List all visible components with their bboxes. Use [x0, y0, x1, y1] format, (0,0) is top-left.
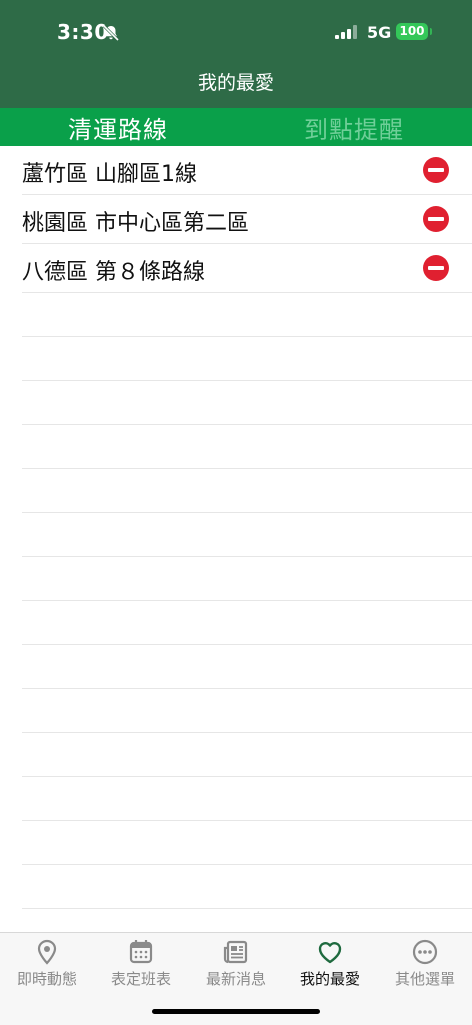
newspaper-icon — [223, 940, 248, 964]
empty-row — [22, 689, 472, 733]
empty-row — [22, 557, 472, 601]
empty-row — [22, 733, 472, 777]
app-header: 3:30 5G 100 我的最愛 — [0, 0, 472, 108]
nav-favorites[interactable]: 我的最愛 — [283, 933, 377, 993]
nav-more[interactable]: 其他選單 — [378, 933, 472, 993]
signal-strength-icon — [335, 25, 357, 39]
empty-row — [22, 425, 472, 469]
network-type: 5G — [367, 23, 392, 42]
list-item[interactable]: 蘆竹區 山腳區1線 — [22, 146, 472, 195]
nav-label: 其他選單 — [394, 970, 455, 988]
route-label: 桃園區 市中心區第二區 — [22, 211, 249, 236]
status-bar: 3:30 5G 100 — [0, 0, 472, 62]
nav-label: 最新消息 — [205, 970, 266, 988]
route-label: 蘆竹區 山腳區1線 — [22, 162, 197, 187]
empty-row — [22, 645, 472, 689]
battery-icon: 100 — [396, 23, 428, 40]
nav-label: 表定班表 — [110, 970, 171, 988]
nav-news[interactable]: 最新消息 — [189, 933, 283, 993]
empty-row — [22, 821, 472, 865]
location-pin-icon — [37, 939, 57, 965]
segment-tabs: 清運路線 到點提醒 — [0, 108, 472, 146]
battery-tip — [430, 28, 432, 35]
nav-schedule[interactable]: 表定班表 — [94, 933, 188, 993]
home-indicator[interactable] — [152, 1009, 320, 1014]
empty-row — [22, 337, 472, 381]
empty-row — [22, 601, 472, 645]
favorites-list: 蘆竹區 山腳區1線 桃園區 市中心區第二區 八德區 第８條路線 — [0, 146, 472, 909]
list-item[interactable]: 八德區 第８條路線 — [22, 244, 472, 293]
list-item[interactable]: 桃園區 市中心區第二區 — [22, 195, 472, 244]
route-label: 八德區 第８條路線 — [22, 260, 205, 285]
remove-icon[interactable] — [423, 157, 449, 183]
nav-label: 我的最愛 — [299, 970, 360, 988]
tab-arrival-reminder[interactable]: 到點提醒 — [236, 108, 472, 146]
empty-row — [22, 777, 472, 821]
empty-row — [22, 293, 472, 337]
calendar-icon — [129, 940, 153, 964]
empty-row — [22, 513, 472, 557]
status-time: 3:30 — [57, 20, 109, 44]
more-icon — [412, 939, 438, 965]
remove-icon[interactable] — [423, 255, 449, 281]
heart-icon — [318, 942, 342, 964]
tab-cleanup-routes[interactable]: 清運路線 — [0, 108, 236, 146]
empty-row — [22, 865, 472, 909]
nav-label: 即時動態 — [16, 970, 77, 988]
page-title: 我的最愛 — [197, 72, 274, 94]
nav-live-status[interactable]: 即時動態 — [0, 933, 94, 993]
remove-icon[interactable] — [423, 206, 449, 232]
silent-bell-icon — [102, 24, 120, 42]
empty-row — [22, 469, 472, 513]
empty-row — [22, 381, 472, 425]
